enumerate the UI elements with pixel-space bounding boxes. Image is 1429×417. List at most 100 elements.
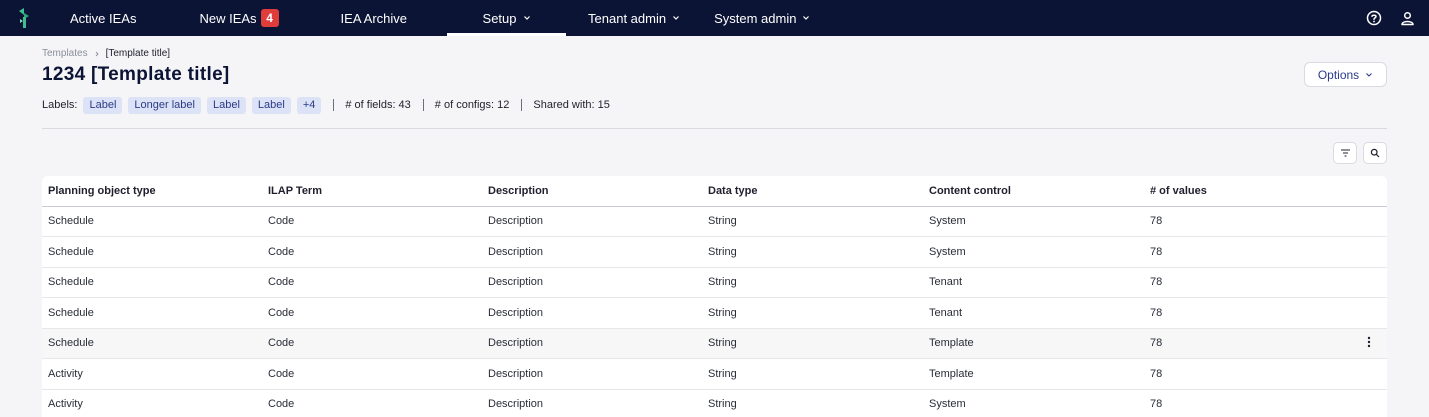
meta-divider	[333, 99, 335, 111]
column-header[interactable]: Content control	[923, 176, 1144, 207]
meta-divider	[521, 99, 523, 111]
table-row[interactable]: Schedule Code Description String Tenant 78	[42, 297, 1387, 329]
table-row[interactable]: Schedule Code Description String Template 78	[42, 328, 1387, 359]
table-cell: String	[702, 236, 923, 268]
nav-setup[interactable]: Setup	[447, 0, 567, 36]
table-cell: String	[702, 297, 923, 329]
table-cell: Description	[482, 236, 702, 268]
breadcrumb-current: [Template title]	[105, 48, 171, 59]
label-chip[interactable]: Label	[83, 96, 123, 114]
table-cell: Activity	[42, 389, 262, 417]
table-cell: Template	[923, 328, 1144, 359]
new-ieas-count-badge: 4	[260, 9, 279, 27]
table-header-row: Planning object type ILAP Term Descripti…	[42, 176, 1387, 207]
row-actions-cell	[1350, 328, 1387, 359]
meta-divider	[422, 99, 424, 111]
chevron-down-icon	[803, 16, 810, 20]
table-cell: System	[923, 389, 1144, 417]
table-cell: System	[923, 206, 1144, 237]
options-button[interactable]: Options	[1304, 62, 1387, 87]
page-title: 1234 [Template title]	[42, 64, 230, 85]
label-chip[interactable]: Label	[251, 96, 291, 114]
help-icon[interactable]	[1366, 10, 1382, 26]
table-cell: Description	[482, 267, 702, 298]
nav-tenant-admin[interactable]: Tenant admin	[588, 0, 680, 36]
column-header[interactable]: Planning object type	[42, 176, 262, 207]
nav-active-ieas[interactable]: Active IEAs	[70, 0, 136, 36]
column-header[interactable]: # of values	[1144, 176, 1350, 207]
table-cell: Tenant	[923, 297, 1144, 329]
nav-system-admin[interactable]: System admin	[714, 0, 810, 36]
table-cell: Schedule	[42, 267, 262, 298]
top-navigation: Active IEAs New IEAs 4 IEA Archive Setup…	[0, 0, 1429, 36]
table-cell: 78	[1144, 328, 1350, 359]
filter-button[interactable]	[1333, 142, 1357, 164]
table-cell: Code	[262, 328, 482, 359]
labels-caption: Labels:	[42, 99, 78, 111]
table-tools	[42, 142, 1387, 164]
row-actions-cell	[1350, 389, 1387, 417]
user-icon[interactable]	[1400, 11, 1415, 26]
header-divider	[42, 128, 1387, 129]
breadcrumb: Templates [Template title]	[42, 36, 1387, 59]
main-content: Templates [Template title] 1234 [Templat…	[0, 36, 1429, 417]
table-cell: Schedule	[42, 206, 262, 237]
column-header[interactable]: Data type	[702, 176, 923, 207]
chevron-down-icon	[523, 16, 530, 20]
table-cell: Schedule	[42, 297, 262, 329]
chevron-right-icon	[95, 51, 99, 56]
fields-count: # of fields: 43	[345, 99, 411, 111]
search-button[interactable]	[1363, 142, 1387, 164]
table-cell: 78	[1144, 236, 1350, 268]
configs-count: # of configs: 12	[434, 99, 510, 111]
shared-count: Shared with: 15	[533, 99, 610, 111]
table-cell: Description	[482, 206, 702, 237]
table-cell: Description	[482, 358, 702, 390]
table-row[interactable]: Schedule Code Description String System 78	[42, 206, 1387, 237]
table-row[interactable]: Activity Code Description String Template 78	[42, 358, 1387, 390]
nav-utilities	[1366, 0, 1415, 36]
table-cell: Schedule	[42, 328, 262, 359]
fields-table-container: Planning object type ILAP Term Descripti…	[42, 176, 1387, 417]
filter-icon	[1340, 149, 1350, 157]
table-cell: 78	[1144, 389, 1350, 417]
table-row[interactable]: Activity Code Description String System 78	[42, 389, 1387, 417]
logo-icon	[19, 8, 29, 28]
table-cell: System	[923, 236, 1144, 268]
column-header[interactable]: Description	[482, 176, 702, 207]
table-cell: Code	[262, 389, 482, 417]
table-cell: 78	[1144, 358, 1350, 390]
table-cell: 78	[1144, 206, 1350, 237]
row-actions-cell	[1350, 267, 1387, 298]
table-cell: Description	[482, 389, 702, 417]
label-chip[interactable]: Label	[206, 96, 246, 114]
table-cell: String	[702, 267, 923, 298]
table-cell: String	[702, 206, 923, 237]
fields-table: Planning object type ILAP Term Descripti…	[42, 176, 1387, 417]
nav-iea-archive[interactable]: IEA Archive	[341, 0, 407, 36]
table-cell: Code	[262, 358, 482, 390]
table-cell: Schedule	[42, 236, 262, 268]
table-row[interactable]: Schedule Code Description String System 78	[42, 236, 1387, 268]
table-cell: Description	[482, 297, 702, 329]
column-header[interactable]: ILAP Term	[262, 176, 482, 207]
app-logo[interactable]	[0, 0, 48, 36]
more-labels-chip[interactable]: +4	[296, 96, 322, 114]
table-cell: Code	[262, 267, 482, 298]
row-actions-cell	[1350, 297, 1387, 329]
more-vertical-icon[interactable]	[1367, 336, 1371, 348]
table-row[interactable]: Schedule Code Description String Tenant 78	[42, 267, 1387, 298]
chevron-down-icon	[673, 16, 680, 20]
breadcrumb-templates-link[interactable]: Templates	[42, 48, 88, 59]
table-cell: 78	[1144, 297, 1350, 329]
row-actions-cell	[1350, 358, 1387, 390]
row-actions-cell	[1350, 206, 1387, 237]
chevron-down-icon	[1366, 72, 1373, 77]
nav-new-ieas[interactable]: New IEAs 4	[199, 0, 279, 36]
table-cell: Description	[482, 328, 702, 359]
column-header-actions	[1350, 176, 1387, 207]
table-cell: Template	[923, 358, 1144, 390]
label-chip[interactable]: Longer label	[128, 96, 201, 114]
template-meta: Labels: Label Longer label Label Label +…	[42, 96, 1387, 114]
table-cell: Code	[262, 206, 482, 237]
